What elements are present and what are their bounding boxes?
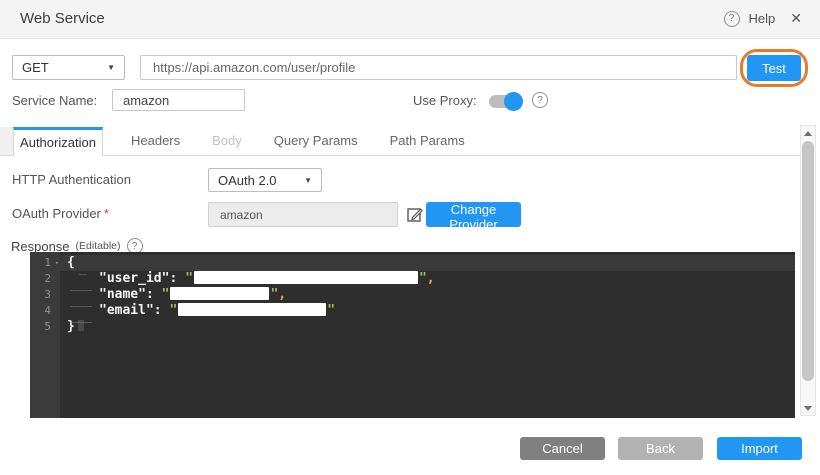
use-proxy-label: Use Proxy: <box>413 93 477 108</box>
cancel-button[interactable]: Cancel <box>520 437 605 460</box>
titlebar: Web Service ? Help ✕ <box>0 0 820 39</box>
test-button[interactable]: Test <box>747 55 801 81</box>
use-proxy-toggle[interactable] <box>489 95 521 108</box>
http-auth-select[interactable]: OAuth 2.0 ▼ <box>208 168 322 192</box>
annotation-highlight-ring: Test <box>740 49 808 87</box>
line-number: 3 <box>30 287 60 303</box>
required-marker: * <box>104 206 109 221</box>
redacted-value <box>170 287 269 300</box>
tab-body: Body <box>196 127 258 155</box>
chevron-down-icon: ▼ <box>304 176 312 185</box>
line-number: 1▾ <box>30 255 60 271</box>
http-method-value: GET <box>22 60 49 75</box>
code-line: 3 "name": "", <box>30 287 795 303</box>
help-icon[interactable]: ? <box>724 11 740 27</box>
oauth-provider-label: OAuth Provider* <box>12 206 109 221</box>
json-key: "email" <box>99 303 154 318</box>
line-number: 4 <box>30 303 60 319</box>
code-line: 1▾ { <box>30 255 795 271</box>
scrollbar-thumb[interactable] <box>802 141 814 381</box>
redacted-value <box>194 271 418 284</box>
response-editable-label: (Editable) <box>76 240 121 252</box>
service-name-label: Service Name: <box>12 93 97 108</box>
edit-icon[interactable] <box>407 206 424 223</box>
scroll-up-icon[interactable] <box>801 127 815 139</box>
redacted-value <box>178 303 326 316</box>
back-button[interactable]: Back <box>618 437 703 460</box>
import-button[interactable]: Import <box>717 437 802 460</box>
toggle-knob <box>504 92 523 111</box>
scroll-region: Authorization Headers Body Query Params … <box>0 122 820 422</box>
tab-authorization[interactable]: Authorization <box>13 127 103 156</box>
page-title: Web Service <box>20 10 105 27</box>
code-line: 4 "email": "" <box>30 303 795 319</box>
http-auth-label: HTTP Authentication <box>12 172 131 187</box>
json-key: "user_id" <box>99 271 169 286</box>
line-number: 5 <box>30 319 60 335</box>
chevron-down-icon: ▼ <box>107 63 115 72</box>
json-key: "name" <box>99 287 146 302</box>
http-method-select[interactable]: GET ▼ <box>12 55 125 80</box>
help-link[interactable]: Help <box>749 11 776 26</box>
service-name-input[interactable] <box>112 89 245 111</box>
url-input[interactable] <box>140 55 737 80</box>
vertical-scrollbar[interactable] <box>800 125 816 416</box>
tabbar-lead-strip <box>0 127 13 156</box>
close-icon[interactable]: ✕ <box>790 10 802 27</box>
oauth-provider-input <box>208 202 398 227</box>
tab-path-params[interactable]: Path Params <box>374 127 481 155</box>
open-brace: { <box>67 255 75 270</box>
code-line: 5 } <box>30 319 795 335</box>
change-provider-button[interactable]: Change Provider <box>426 202 521 227</box>
proxy-help-icon[interactable]: ? <box>532 92 548 108</box>
code-line: 2 "user_id": "", <box>30 271 795 287</box>
tab-headers[interactable]: Headers <box>115 127 196 155</box>
response-code-editor[interactable]: 1▾ { 2 "user_id": "", 3 "name": "", 4 "e… <box>30 252 795 418</box>
scroll-down-icon[interactable] <box>801 402 815 414</box>
tab-query-params[interactable]: Query Params <box>258 127 374 155</box>
fold-caret-icon[interactable]: ▾ <box>55 255 59 271</box>
tab-bar: Authorization Headers Body Query Params … <box>0 127 800 156</box>
http-auth-value: OAuth 2.0 <box>218 173 277 188</box>
line-number: 2 <box>30 271 60 287</box>
web-service-dialog: Web Service ? Help ✕ GET ▼ Test Service … <box>0 0 820 475</box>
